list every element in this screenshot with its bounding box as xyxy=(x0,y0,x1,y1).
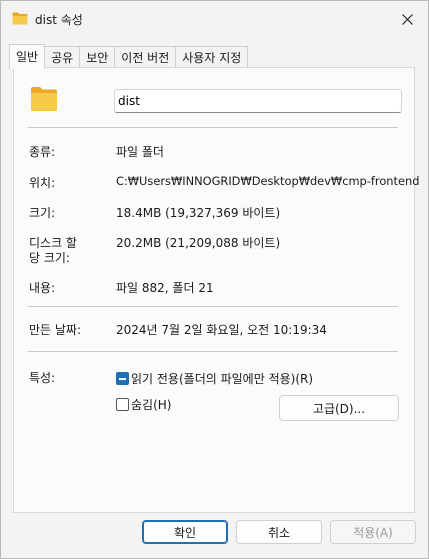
type-value: 파일 폴더 xyxy=(116,145,164,159)
close-icon xyxy=(401,13,413,25)
window-title: dist 속성 xyxy=(35,13,83,27)
divider xyxy=(28,127,398,128)
tab-sharing[interactable]: 공유 xyxy=(44,46,81,69)
hidden-checkbox[interactable] xyxy=(116,398,129,411)
location-label: 위치: xyxy=(29,176,56,190)
apply-button[interactable]: 적용(A) xyxy=(330,520,416,544)
tab-strip: 일반 공유 보안 이전 버전 사용자 지정 xyxy=(9,44,249,69)
disk-size-value: 20.2MB (21,209,088 바이트) xyxy=(116,236,281,250)
general-panel: 종류: 파일 폴더 위치: C:₩Users₩INNOGRID₩Desktop₩… xyxy=(13,67,419,513)
type-label: 종류: xyxy=(29,145,56,159)
cancel-button[interactable]: 취소 xyxy=(236,520,322,544)
readonly-checkbox[interactable] xyxy=(116,372,129,385)
contents-value: 파일 882, 폴더 21 xyxy=(116,281,214,295)
divider xyxy=(28,306,398,307)
properties-dialog: dist 속성 일반 공유 보안 이전 버전 사용자 지정 종류: 파일 폴더 … xyxy=(0,0,429,559)
name-field[interactable] xyxy=(114,89,402,113)
created-value: 2024년 7월 2일 화요일, 오전 10:19:34 xyxy=(116,323,327,337)
attributes-label: 특성: xyxy=(29,371,56,385)
close-button[interactable] xyxy=(392,5,422,33)
hidden-label[interactable]: 숨김(H) xyxy=(131,396,171,413)
advanced-button[interactable]: 고급(D)... xyxy=(279,395,399,421)
size-label: 크기: xyxy=(29,206,56,220)
divider xyxy=(28,351,398,352)
tab-customize[interactable]: 사용자 지정 xyxy=(175,46,249,69)
folder-icon xyxy=(31,87,57,111)
tab-security[interactable]: 보안 xyxy=(79,46,116,69)
ok-button[interactable]: 확인 xyxy=(142,520,228,544)
disk-size-label-line2: 당 크기: xyxy=(29,251,70,265)
location-value: C:₩Users₩INNOGRID₩Desktop₩dev₩cmp-fronte… xyxy=(116,174,420,188)
title-bar: dist 속성 xyxy=(1,1,428,37)
created-label: 만든 날짜: xyxy=(29,323,82,337)
contents-label: 내용: xyxy=(29,281,56,295)
tab-previous-versions[interactable]: 이전 버전 xyxy=(114,46,177,69)
folder-icon xyxy=(12,12,28,25)
size-value: 18.4MB (19,327,369 바이트) xyxy=(116,206,281,220)
readonly-label[interactable]: 읽기 전용(폴더의 파일에만 적용)(R) xyxy=(131,370,313,387)
tab-general[interactable]: 일반 xyxy=(9,44,46,69)
